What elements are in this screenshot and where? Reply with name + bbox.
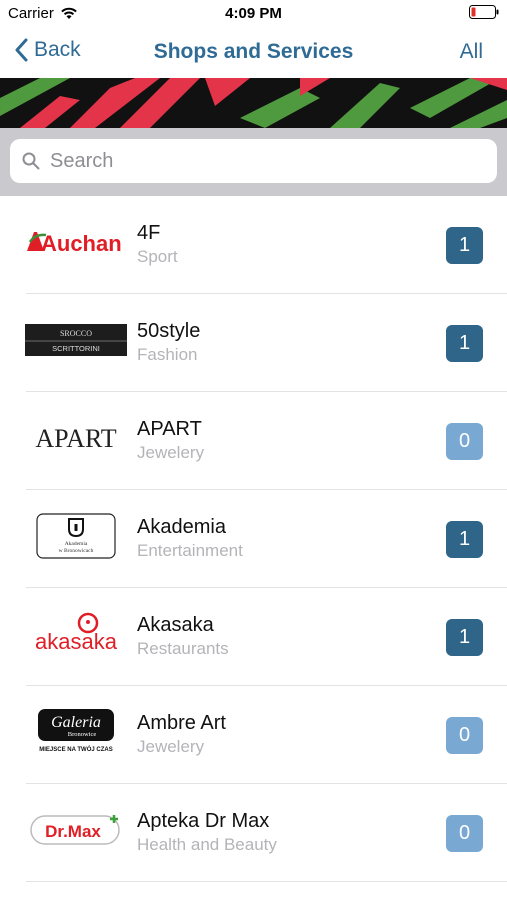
battery-icon <box>469 5 499 23</box>
list-item[interactable]: APART APART Jewelery 0 <box>0 392 507 490</box>
svg-text:SROCCO: SROCCO <box>60 329 92 338</box>
svg-text:akasaka: akasaka <box>35 629 118 654</box>
shop-category: Fashion <box>137 345 198 364</box>
shop-name: Ambre Art <box>137 712 226 734</box>
list-item[interactable]: Galeria Bronowice MIEJSCE NA TWÓJ CZAS A… <box>0 686 507 784</box>
all-button[interactable]: All <box>460 40 483 64</box>
galeria-logo: Galeria Bronowice MIEJSCE NA TWÓJ CZAS <box>24 700 128 764</box>
count-badge: 1 <box>446 619 483 656</box>
page-title: Shops and Services <box>153 40 354 63</box>
scrittorini-logo: SROCCO SCRITTORINI <box>24 308 128 372</box>
svg-text:MIEJSCE NA TWÓJ CZAS: MIEJSCE NA TWÓJ CZAS <box>39 745 112 753</box>
shop-list: Auchan 4F Sport 1 SROCCO SCRITTORINI 50s… <box>0 196 507 882</box>
shop-category: Jewelery <box>137 737 205 756</box>
search-icon <box>22 152 40 170</box>
list-item[interactable]: akasaka Akasaka Restaurants 1 <box>0 588 507 686</box>
svg-text:Akademia: Akademia <box>65 541 88 547</box>
akasaka-logo: akasaka <box>24 602 128 666</box>
shop-category: Jewelery <box>137 443 205 462</box>
search-input[interactable] <box>48 148 452 174</box>
shop-name: 4F <box>137 222 161 244</box>
count-badge: 1 <box>446 521 483 558</box>
search-field[interactable] <box>10 139 497 183</box>
svg-text:SCRITTORINI: SCRITTORINI <box>52 344 100 353</box>
apart-logo: APART <box>24 406 128 470</box>
shop-name: APART <box>137 418 202 440</box>
list-item[interactable]: Auchan 4F Sport 1 <box>0 196 507 294</box>
navigation-bar: Back Shops and Services All <box>0 28 507 78</box>
header-banner <box>0 78 507 128</box>
search-bar <box>0 128 507 196</box>
svg-text:Auchan: Auchan <box>41 231 122 256</box>
svg-text:Bronowice: Bronowice <box>68 731 97 738</box>
akademia-logo: Akademia w Bronowicach <box>24 504 128 568</box>
shop-name: Apteka Dr Max <box>137 810 270 832</box>
svg-text:APART: APART <box>35 424 116 453</box>
count-badge: 1 <box>446 325 483 362</box>
status-bar: Carrier 4:09 PM <box>0 0 507 28</box>
list-item[interactable]: Dr.Max Apteka Dr Max Health and Beauty 0 <box>0 784 507 882</box>
row-divider <box>26 881 507 882</box>
svg-text:Galeria: Galeria <box>51 714 101 731</box>
list-item[interactable]: SROCCO SCRITTORINI 50style Fashion 1 <box>0 294 507 392</box>
shop-category: Health and Beauty <box>137 835 277 854</box>
status-time: 4:09 PM <box>225 5 282 22</box>
drmax-logo: Dr.Max <box>24 798 128 862</box>
list-item[interactable]: Akademia w Bronowicach Akademia Entertai… <box>0 490 507 588</box>
count-badge: 1 <box>446 227 483 264</box>
shop-category: Restaurants <box>137 639 229 658</box>
svg-text:Dr.Max: Dr.Max <box>45 822 101 841</box>
svg-text:w Bronowicach: w Bronowicach <box>59 548 94 554</box>
shop-name: 50style <box>137 320 201 342</box>
count-badge: 0 <box>446 423 483 460</box>
count-badge: 0 <box>446 717 483 754</box>
shop-category: Sport <box>137 247 178 266</box>
shop-category: Entertainment <box>137 541 243 560</box>
shop-name: Akasaka <box>137 614 214 636</box>
count-badge: 0 <box>446 815 483 852</box>
auchan-logo: Auchan <box>24 210 128 274</box>
shop-name: Akademia <box>137 516 226 538</box>
